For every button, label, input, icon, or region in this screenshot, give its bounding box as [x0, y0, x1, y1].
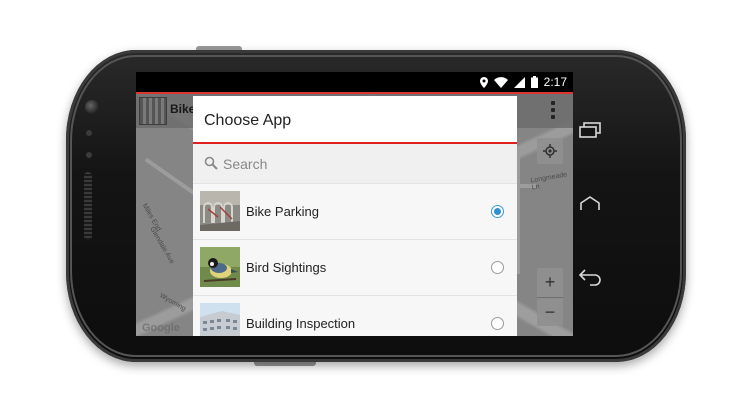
- screen: Miles End Glendale Ave Wyoming Longmeade…: [136, 72, 573, 336]
- dialog-header: Choose App: [193, 96, 517, 144]
- front-camera: [85, 100, 99, 114]
- search-icon: [204, 156, 218, 170]
- app-radio-button[interactable]: [491, 317, 504, 330]
- app-list-item[interactable]: Bird Sightings: [193, 240, 517, 296]
- wifi-icon: [493, 76, 508, 88]
- speaker-grille: [84, 172, 92, 240]
- app-radio-button[interactable]: [491, 205, 504, 218]
- sensor-dot: [86, 152, 92, 158]
- app-list-item[interactable]: Bike Parking: [193, 184, 517, 240]
- signal-icon: [513, 76, 525, 88]
- battery-icon: [530, 76, 538, 88]
- choose-app-dialog: Choose App Search Bike Parking Bird Sigh…: [193, 96, 517, 336]
- app-radio-button[interactable]: [491, 261, 504, 274]
- app-name: Bird Sightings: [246, 260, 327, 275]
- search-input[interactable]: [223, 154, 503, 174]
- status-bar: 2:17: [136, 72, 573, 92]
- home-icon[interactable]: [579, 196, 601, 212]
- sensor-dot: [86, 130, 92, 136]
- app-name: Building Inspection: [246, 316, 356, 331]
- building-inspection-thumbnail: [200, 303, 240, 336]
- bird-sightings-thumbnail: [200, 247, 240, 287]
- status-accent-line: [136, 92, 573, 94]
- app-list-item[interactable]: Building Inspection: [193, 296, 517, 336]
- dialog-title: Choose App: [204, 112, 292, 129]
- bike-parking-thumbnail: [200, 191, 240, 231]
- recent-apps-icon[interactable]: [578, 122, 602, 138]
- location-icon: [479, 76, 488, 88]
- app-name: Bike Parking: [246, 204, 319, 219]
- search-bar: [193, 144, 517, 184]
- status-time: 2:17: [543, 75, 567, 89]
- back-icon[interactable]: [578, 268, 602, 286]
